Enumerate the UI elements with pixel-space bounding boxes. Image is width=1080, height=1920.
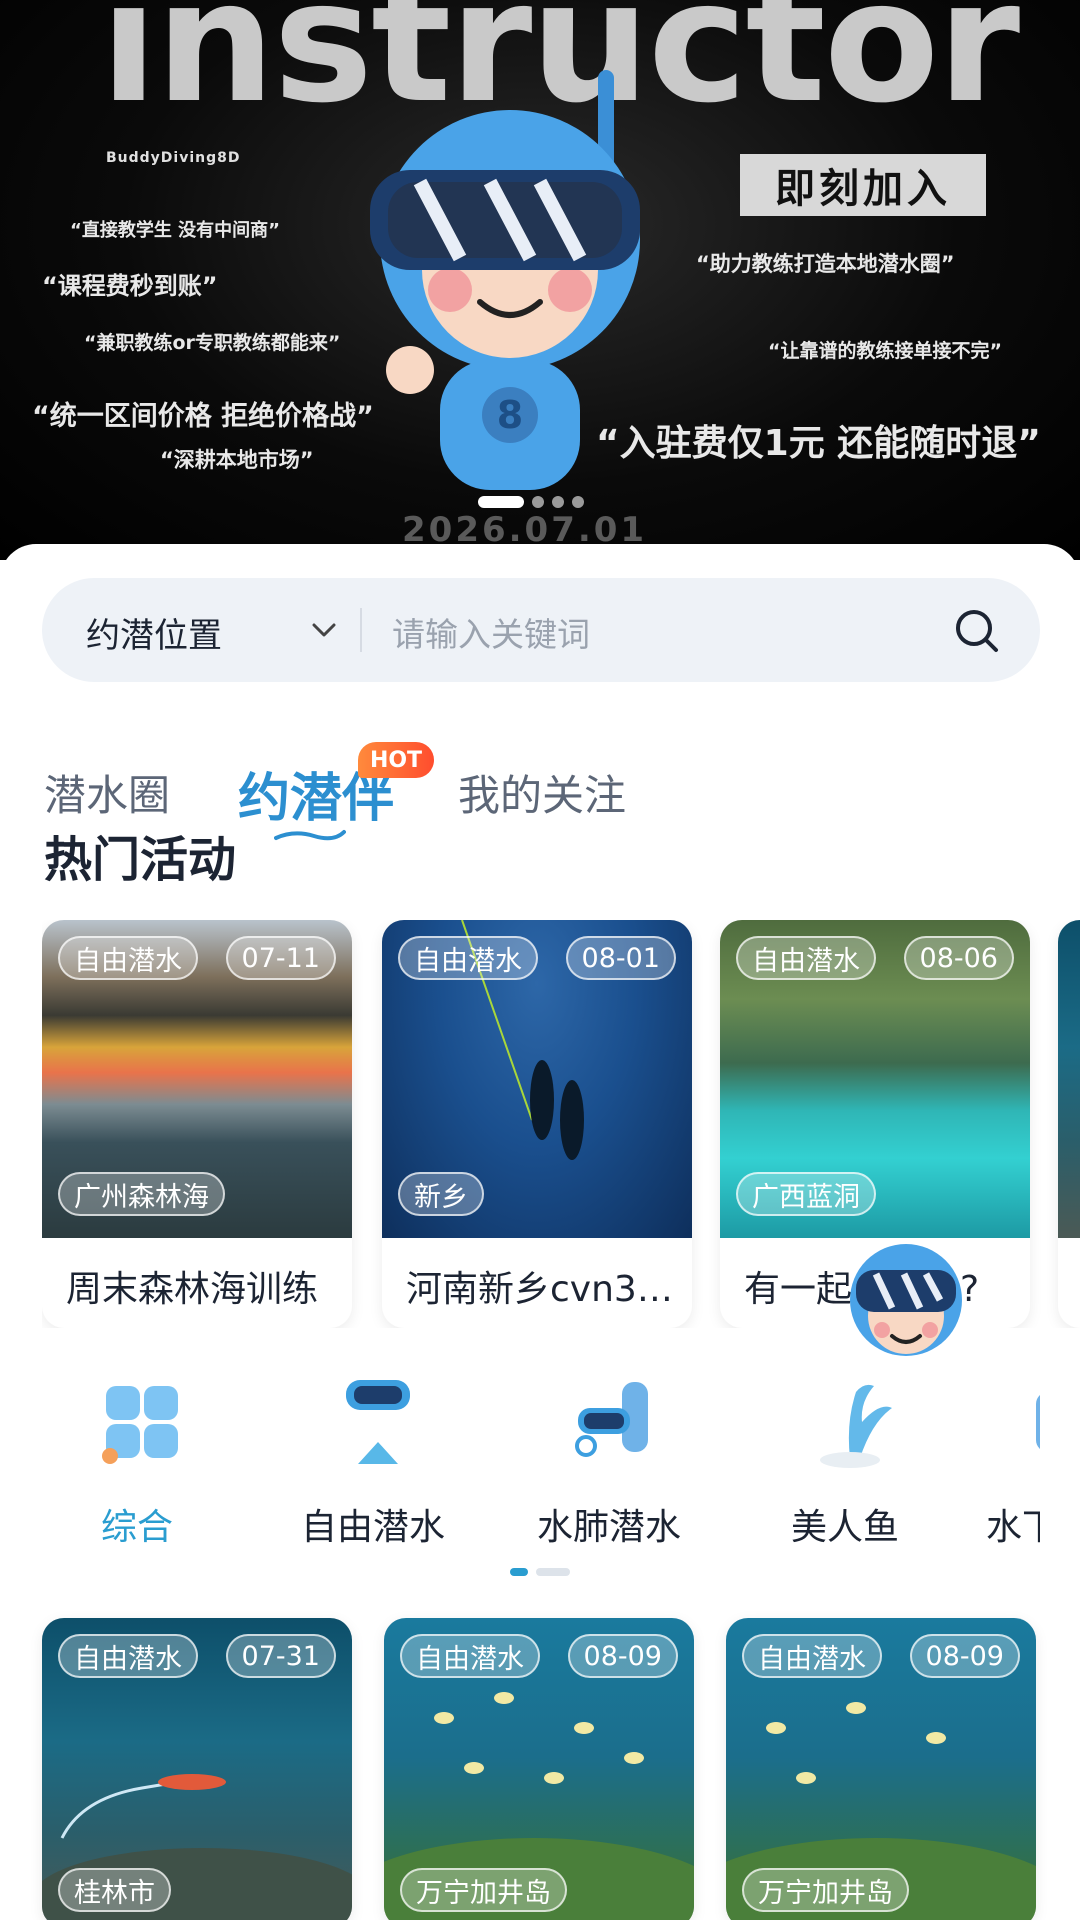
activity-type-chip: 自由潜水	[58, 1634, 198, 1678]
feed-card[interactable]: 自由潜水 08-09 万宁加井岛	[384, 1618, 694, 1920]
activity-location-chip: 万宁加井岛	[400, 1868, 567, 1912]
activity-location-chip: 桂林市	[58, 1868, 171, 1912]
category-freediving[interactable]: 自由潜水	[278, 1350, 468, 1550]
activity-date-chip: 07-31	[225, 1634, 336, 1678]
category-label: 水下	[986, 1507, 1040, 1548]
banner-slogan: “助力教练打造本地潜水圈”	[696, 252, 955, 276]
activity-card[interactable]: 自由潜水 08-01 新乡 河南新乡cvn3…	[382, 920, 692, 1328]
activity-card[interactable]: 自由潜水 07-11 广州森林海 周末森林海训练	[42, 920, 352, 1328]
category-dot-active	[510, 1568, 528, 1576]
grid-icon	[102, 1386, 178, 1464]
svg-text:8: 8	[497, 393, 523, 437]
banner-slogan: “课程费秒到账”	[42, 272, 218, 300]
category-label: 自由潜水	[300, 1507, 445, 1548]
activity-date-chip: 08-09	[567, 1634, 678, 1678]
floating-mascot-button[interactable]	[846, 1230, 966, 1380]
banner-slogan: “深耕本地市场”	[160, 448, 314, 472]
tab-dive-circle[interactable]: 潜水圈	[44, 762, 170, 823]
category-all[interactable]: 综合	[42, 1350, 232, 1550]
activity-location-chip: 广州森林海	[58, 1172, 225, 1216]
promo-banner[interactable]: instructor BuddyDiving8D 即刻加入 “直接教学生 没有中…	[0, 0, 1080, 560]
category-scuba[interactable]: 水肺潜水	[514, 1350, 704, 1550]
banner-join-label: 即刻加入	[740, 154, 986, 216]
category-label: 美人鱼	[790, 1507, 899, 1548]
search-icon[interactable]	[952, 606, 1002, 656]
banner-slogan: “直接教学生 没有中间商”	[70, 220, 280, 241]
activity-title: 周末森林海训练	[66, 1269, 319, 1310]
tab-following[interactable]: 我的关注	[458, 762, 626, 823]
diver-mascot-image: 8	[370, 70, 640, 490]
underwater-icon	[1036, 1395, 1040, 1449]
banner-slogan: “让靠谱的教练接单接不完”	[768, 340, 1002, 362]
category-pagination	[510, 1568, 570, 1576]
hot-badge: HOT	[358, 742, 434, 778]
tab-active-indicator	[274, 830, 346, 841]
mermaid-tail-icon	[820, 1384, 892, 1468]
activity-type-chip: 自由潜水	[398, 936, 538, 980]
activity-type-chip: 自由潜水	[400, 1634, 540, 1678]
banner-pagination	[478, 496, 584, 508]
category-label: 水肺潜水	[536, 1507, 681, 1548]
banner-slogan: “兼职教练or专职教练都能来”	[84, 332, 341, 354]
feed-card[interactable]: 自由潜水 07-31 桂林市	[42, 1618, 352, 1920]
search-bar: 约潜位置 请输入关键词	[42, 578, 1040, 682]
feed-card[interactable]: 自由潜水 08-09 万宁加井岛	[726, 1618, 1036, 1920]
search-divider	[360, 608, 362, 652]
category-mermaid[interactable]: 美人鱼	[750, 1350, 940, 1550]
activity-date-chip: 07-11	[225, 936, 336, 980]
activity-type-chip: 自由潜水	[742, 1634, 882, 1678]
activity-feed: 自由潜水 07-31 桂林市 自由潜水 08-09 万宁加井岛 自由潜水 08-…	[42, 1618, 1040, 1920]
scuba-tank-icon	[575, 1382, 648, 1457]
activity-location-chip: 万宁加井岛	[742, 1868, 909, 1912]
banner-brand: BuddyDiving8D	[106, 150, 241, 166]
banner-slogan: “统一区间价格 拒绝价格战”	[32, 401, 374, 432]
banner-dot-active[interactable]	[478, 496, 524, 508]
activity-card-partial[interactable]	[1058, 920, 1080, 1328]
activity-date-chip: 08-09	[909, 1634, 1020, 1678]
location-selector[interactable]: 约潜位置	[86, 608, 222, 657]
category-underwater[interactable]: 水下	[986, 1350, 1040, 1550]
category-carousel[interactable]: 综合 自由潜水 水肺潜水 美人鱼 水	[42, 1350, 1040, 1550]
activity-photo	[1058, 920, 1080, 1238]
activity-location-chip: 广西蓝洞	[736, 1172, 876, 1216]
activity-location-chip: 新乡	[398, 1172, 484, 1216]
activity-date-chip: 08-01	[565, 936, 676, 980]
banner-dot[interactable]	[552, 496, 564, 508]
activity-type-chip: 自由潜水	[58, 936, 198, 980]
section-title-hot: 热门活动	[44, 832, 237, 888]
category-label: 综合	[100, 1507, 173, 1548]
activity-title: 河南新乡cvn3…	[406, 1269, 673, 1310]
activity-type-chip: 自由潜水	[736, 936, 876, 980]
banner-dot[interactable]	[572, 496, 584, 508]
category-dot	[536, 1568, 570, 1576]
banner-dot[interactable]	[532, 496, 544, 508]
activity-date-chip: 08-06	[903, 936, 1014, 980]
mask-fin-icon	[346, 1380, 410, 1464]
search-input[interactable]: 请输入关键词	[392, 608, 590, 656]
chevron-down-icon[interactable]	[304, 610, 344, 650]
